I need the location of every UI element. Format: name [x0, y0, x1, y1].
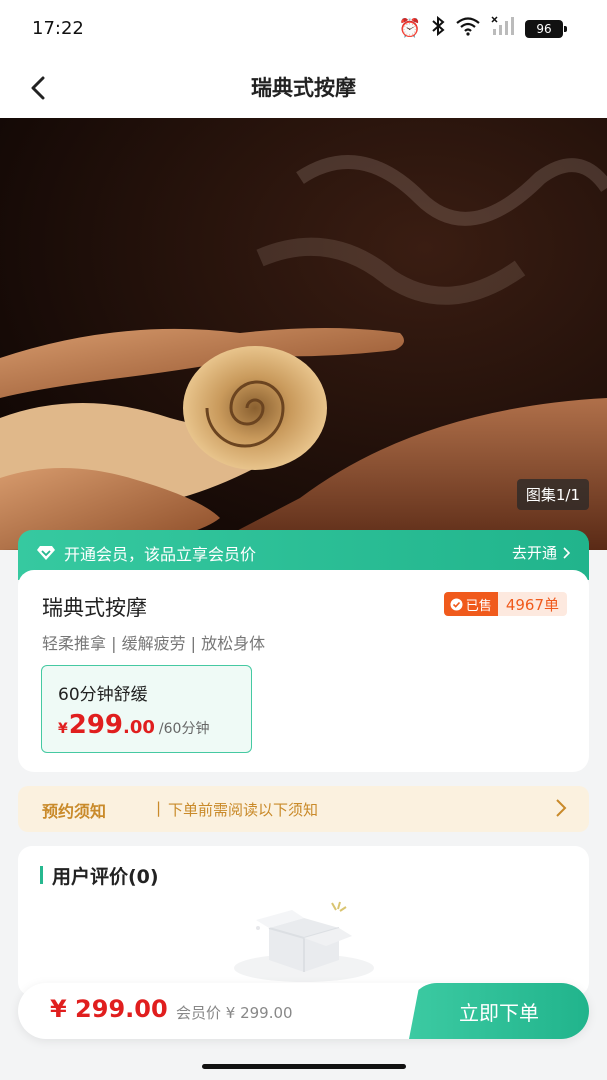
status-time: 17:22 — [32, 18, 84, 39]
product-name: 瑞典式按摩 — [42, 596, 147, 620]
bluetooth-icon — [431, 15, 445, 42]
nav-bar: 瑞典式按摩 — [0, 58, 607, 118]
alarm-icon: ⏰ — [398, 18, 421, 39]
product-description: 轻柔推拿 | 缓解疲劳 | 放松身体 — [42, 634, 266, 653]
notice-label: 预约须知 — [42, 802, 107, 821]
page-title: 瑞典式按摩 — [251, 76, 356, 100]
service-option-selected[interactable]: 60分钟舒缓 ¥ 299 .00 /60分钟 — [41, 665, 252, 753]
chevron-right-icon — [563, 546, 571, 559]
reviews-section: 用户评价(0) — [18, 846, 589, 996]
massage-photo — [0, 118, 607, 550]
bottom-action-bar: ¥ 299.00 会员价 ¥ 299.00 立即下单 — [18, 983, 589, 1039]
gallery-badge[interactable]: 图集1/1 — [516, 479, 589, 510]
check-badge-icon — [450, 598, 463, 610]
notice-separator: | — [156, 799, 162, 817]
sold-tag-label: 已售 — [465, 598, 492, 614]
signal-icon — [491, 16, 515, 42]
product-card: 瑞典式按摩 已售 4967单 轻柔推拿 | 缓解疲劳 | 放松身体 60分钟舒缓… — [18, 570, 589, 772]
option-unit: /60分钟 — [158, 721, 210, 737]
sold-count: 4967单 — [497, 592, 567, 616]
section-accent-bar — [40, 866, 43, 884]
home-indicator[interactable] — [202, 1064, 406, 1069]
member-price: 会员价 ¥ 299.00 — [176, 1004, 293, 1022]
booking-notice[interactable]: 预约须知 | 下单前需阅读以下须知 — [18, 786, 589, 832]
reviews-title: 用户评价(0) — [52, 866, 159, 888]
option-name: 60分钟舒缓 — [58, 685, 148, 705]
option-price: ¥ 299 .00 /60分钟 — [58, 710, 210, 740]
battery-icon: 96 — [525, 20, 567, 38]
chevron-right-icon — [556, 799, 567, 817]
diamond-icon — [37, 546, 55, 560]
product-image[interactable]: 图集1/1 — [0, 118, 607, 550]
notice-text: 下单前需阅读以下须知 — [168, 801, 319, 819]
status-bar: 17:22 ⏰ 96 — [0, 0, 607, 58]
sold-badge: 已售 4967单 — [443, 592, 567, 616]
buy-now-button[interactable]: 立即下单 — [409, 983, 589, 1039]
empty-box-icon — [234, 901, 374, 982]
status-icons: ⏰ 96 — [398, 15, 567, 42]
activate-member-link[interactable]: 去开通 — [512, 542, 571, 563]
wifi-icon — [455, 16, 481, 42]
total-price: ¥ 299.00 — [50, 995, 168, 1023]
member-banner-text: 开通会员，该品立享会员价 — [64, 545, 257, 564]
